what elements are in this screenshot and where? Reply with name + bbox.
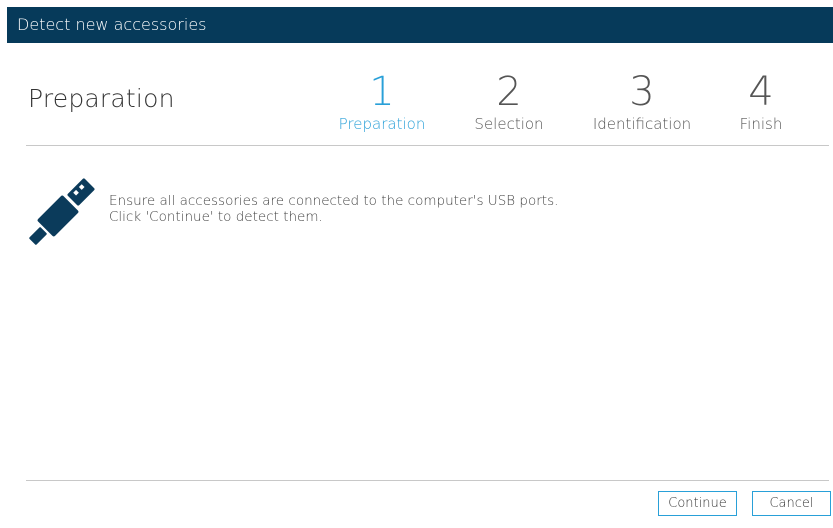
step-label: Preparation: [338, 115, 426, 133]
step-label: Selection: [474, 115, 544, 133]
instruction-text: Ensure all accessories are connected to …: [109, 193, 558, 225]
page-title: Preparation: [28, 84, 175, 113]
wizard-step-identification: 3 Identification: [582, 72, 702, 133]
wizard-step-preparation: 1 Preparation: [333, 72, 431, 133]
instruction-line-1: Ensure all accessories are connected to …: [109, 193, 559, 209]
step-number: 3: [629, 69, 655, 115]
step-label: Identification: [592, 115, 692, 133]
wizard-step-finish: 4 Finish: [728, 72, 794, 133]
step-number: 1: [369, 69, 395, 115]
step-number: 2: [496, 69, 522, 115]
window-titlebar: Detect new accessories: [7, 7, 833, 43]
continue-button[interactable]: Continue: [658, 491, 737, 516]
instruction-line-2: Click 'Continue' to detect them.: [109, 209, 323, 225]
header-divider: [26, 145, 829, 146]
step-number: 4: [748, 69, 774, 115]
window-title: Detect new accessories: [17, 15, 207, 34]
step-label: Finish: [739, 115, 783, 133]
wizard-step-selection: 2 Selection: [466, 72, 552, 133]
footer-divider: [26, 480, 829, 481]
cancel-button[interactable]: Cancel: [752, 491, 831, 516]
usb-plug-icon: [29, 178, 95, 245]
